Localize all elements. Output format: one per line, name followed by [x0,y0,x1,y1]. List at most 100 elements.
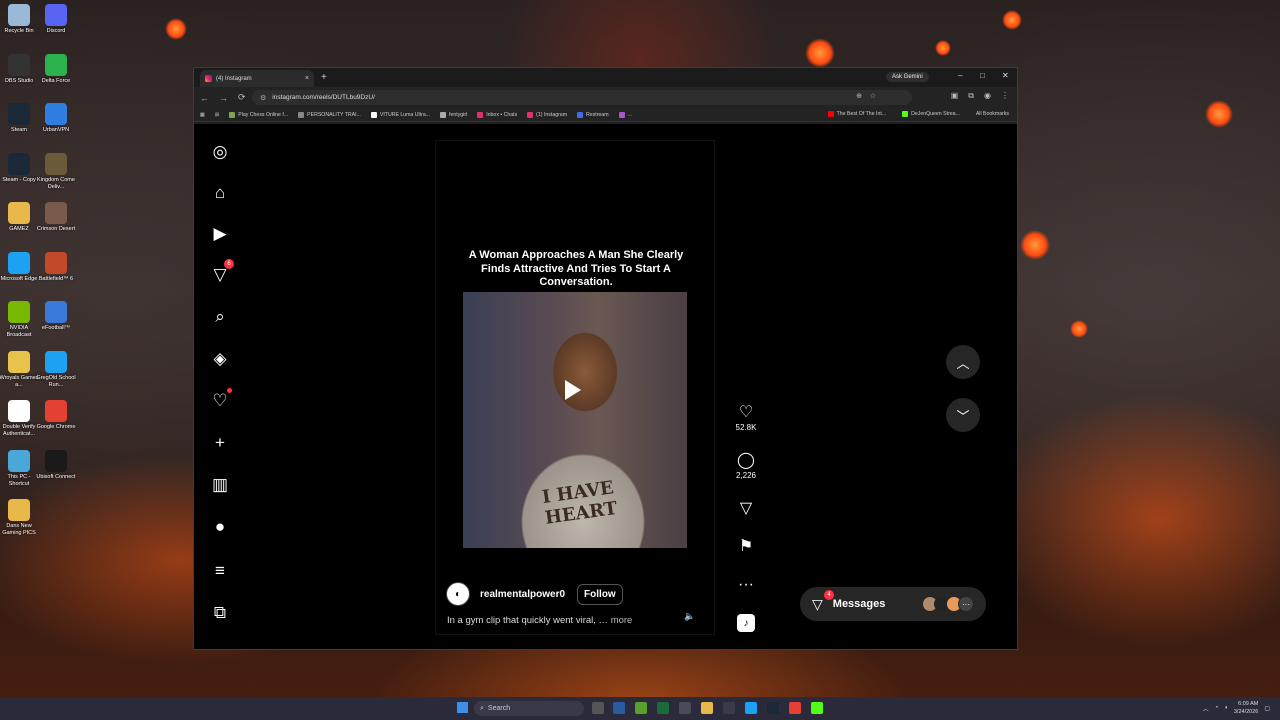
share-action[interactable]: ▽ [734,500,758,518]
extensions-puzzle-icon[interactable]: ⧉ [968,91,974,101]
volume-tray-icon[interactable]: ◖ [1224,705,1228,711]
also-from-meta-icon[interactable]: ⧉ [210,603,230,623]
audio-thumbnail[interactable]: ♪ [737,614,755,632]
chrome-icon[interactable] [789,702,801,714]
follow-button[interactable]: Follow [577,583,623,605]
heart-icon[interactable]: ♡ [734,404,758,422]
kick-icon[interactable] [811,702,823,714]
desktop-icon[interactable]: OBS Studio [0,53,38,85]
bookmark-tabs-icon[interactable]: ▦ [200,112,205,118]
desktop-icon[interactable]: Double Verify Authenticat... [0,400,38,438]
network-icon[interactable]: ◔ [1215,705,1219,711]
desktop-icon[interactable]: Steam [0,103,38,134]
xbox-icon[interactable] [657,702,669,714]
bookmark-item[interactable]: DeJenQueen Strea... [902,111,960,117]
play-icon[interactable] [565,380,581,400]
file-explorer-icon[interactable] [701,702,713,714]
new-tab-button[interactable]: + [321,72,327,83]
search-icon[interactable]: ⌕ [210,307,230,327]
bookmark-star-icon[interactable]: ☆ [870,92,876,100]
desktop-icon[interactable]: GAMEZ [0,202,38,233]
desktop-icon[interactable]: Google Chrome [37,400,75,431]
bookmark-icon[interactable]: ⚑ [734,538,758,556]
instagram-logo-icon[interactable]: ◎ [210,142,230,162]
author-avatar[interactable]: ◐ [446,582,470,606]
direct-messages-icon[interactable]: ▽ 6 [210,259,234,285]
bookmark-item[interactable]: VITURE Luma Ultra... [370,111,430,118]
browser-menu-icon[interactable]: ⋮ [1001,91,1009,101]
explore-icon[interactable]: ◈ [210,349,230,369]
extension-icon[interactable]: ▣ [951,91,959,101]
tab-close-icon[interactable]: × [305,75,309,82]
desktop-icon[interactable]: Kingdom Come Deliv... [37,152,75,191]
home-icon[interactable]: ⌂ [210,183,230,203]
steam-icon[interactable] [767,702,779,714]
apps-grid-icon[interactable]: ⊞ [215,112,219,118]
desktop-icon[interactable]: UrbanVPN [37,103,75,134]
more-options[interactable]: ··· [734,576,758,594]
messages-button[interactable]: ▽ 4 Messages ··· [800,587,986,621]
bookmark-item[interactable]: ... [618,111,632,118]
all-bookmarks-button[interactable]: All Bookmarks [976,111,1009,117]
terminal-icon[interactable] [679,702,691,714]
create-plus-icon[interactable]: + [210,433,230,453]
site-info-icon[interactable]: ⚙ [260,94,266,102]
previous-reel-button[interactable]: ︿ [946,345,980,379]
edge-icon[interactable] [745,702,757,714]
reels-icon[interactable]: ▶ [210,224,230,244]
desktop-icon[interactable]: This PC - Shortcut [0,449,38,488]
omnibox[interactable]: ⚙ instagram.com/reels/DUTLbu9DzU/ ⊕ ☆ [252,90,912,105]
dashboard-icon[interactable]: ▥ [210,475,230,495]
profile-avatar[interactable]: ● [210,517,230,537]
bookmark-item[interactable]: Inbox • Chats [477,111,517,118]
comment-action[interactable]: ◯ 2,226 [734,452,758,480]
author-username[interactable]: realmentalpower0 [480,589,565,600]
bookmark-item[interactable]: Restream [577,111,609,118]
desktop-icon[interactable]: Microsoft Edge [0,251,38,283]
task-view-icon[interactable] [592,702,604,714]
menu-hamburger-icon[interactable]: ≡ [210,561,230,581]
bookmark-item[interactable]: The Best Of The Int... [827,111,886,117]
minimize-button[interactable]: – [958,71,962,80]
bookmark-item[interactable]: (1) Instagram [527,111,567,118]
desktop-icon[interactable]: Battlefield™ 6 [37,251,75,283]
bookmark-item[interactable]: Play Chess Online f... [229,111,288,118]
more-link[interactable]: more [611,615,633,626]
forward-button[interactable]: → [219,93,228,103]
reel-video[interactable]: I HAVE HEART [463,292,687,548]
more-dots-icon[interactable]: ··· [734,576,758,594]
ask-gemini-button[interactable]: Ask Gemini [886,72,929,82]
back-button[interactable]: ← [200,93,209,103]
nvidia-app-icon[interactable] [635,702,647,714]
zoom-icon[interactable]: ⊕ [856,92,862,100]
clock[interactable]: 6:09 AM 3/24/2026 [1234,700,1258,716]
desktop-icon[interactable]: GregOld School Run... [36,350,76,389]
comment-icon[interactable]: ◯ [734,452,758,470]
taskbar-search[interactable]: ⌕ Search [474,701,584,716]
like-action[interactable]: ♡ 52.8K [734,404,758,432]
desktop-icon[interactable]: NVIDIA Broadcast [0,301,38,339]
reel-player[interactable]: A Woman Approaches A Man She Clearly Fin… [435,140,715,635]
desktop-icon[interactable]: Steam - Copy [0,152,38,184]
settings-icon[interactable] [613,702,625,714]
volume-icon[interactable]: 🔈 [684,611,695,622]
close-window-button[interactable]: ✕ [1002,71,1009,80]
desktop-icon[interactable]: eFootball™ [37,301,75,332]
desktop-icon[interactable]: Dans New Gaming PICS [0,499,38,537]
notification-icon[interactable]: ▢ [1264,705,1270,712]
store-icon[interactable] [723,702,735,714]
reload-button[interactable]: ⟳ [238,92,246,103]
desktop-icon[interactable]: Ubisoft Connect [36,449,76,481]
desktop-icon[interactable]: Crimson Desert [37,202,75,233]
tray-chevron-icon[interactable]: ︿ [1203,704,1209,713]
maximize-button[interactable]: □ [980,71,985,80]
next-reel-button[interactable]: ﹀ [946,398,980,432]
bookmark-item[interactable]: fentygirl [440,111,467,118]
profile-icon[interactable]: ◉ [984,91,991,101]
tab-instagram[interactable]: (4) Instagram × [200,70,314,87]
desktop-icon[interactable]: Discord [37,4,75,35]
desktop-icon[interactable]: Recycle Bin [0,4,38,35]
notifications-heart-icon[interactable]: ♡ [210,388,232,411]
desktop-icon[interactable]: Wroyals Games a... [0,350,39,389]
windows-start-icon[interactable] [457,702,468,713]
